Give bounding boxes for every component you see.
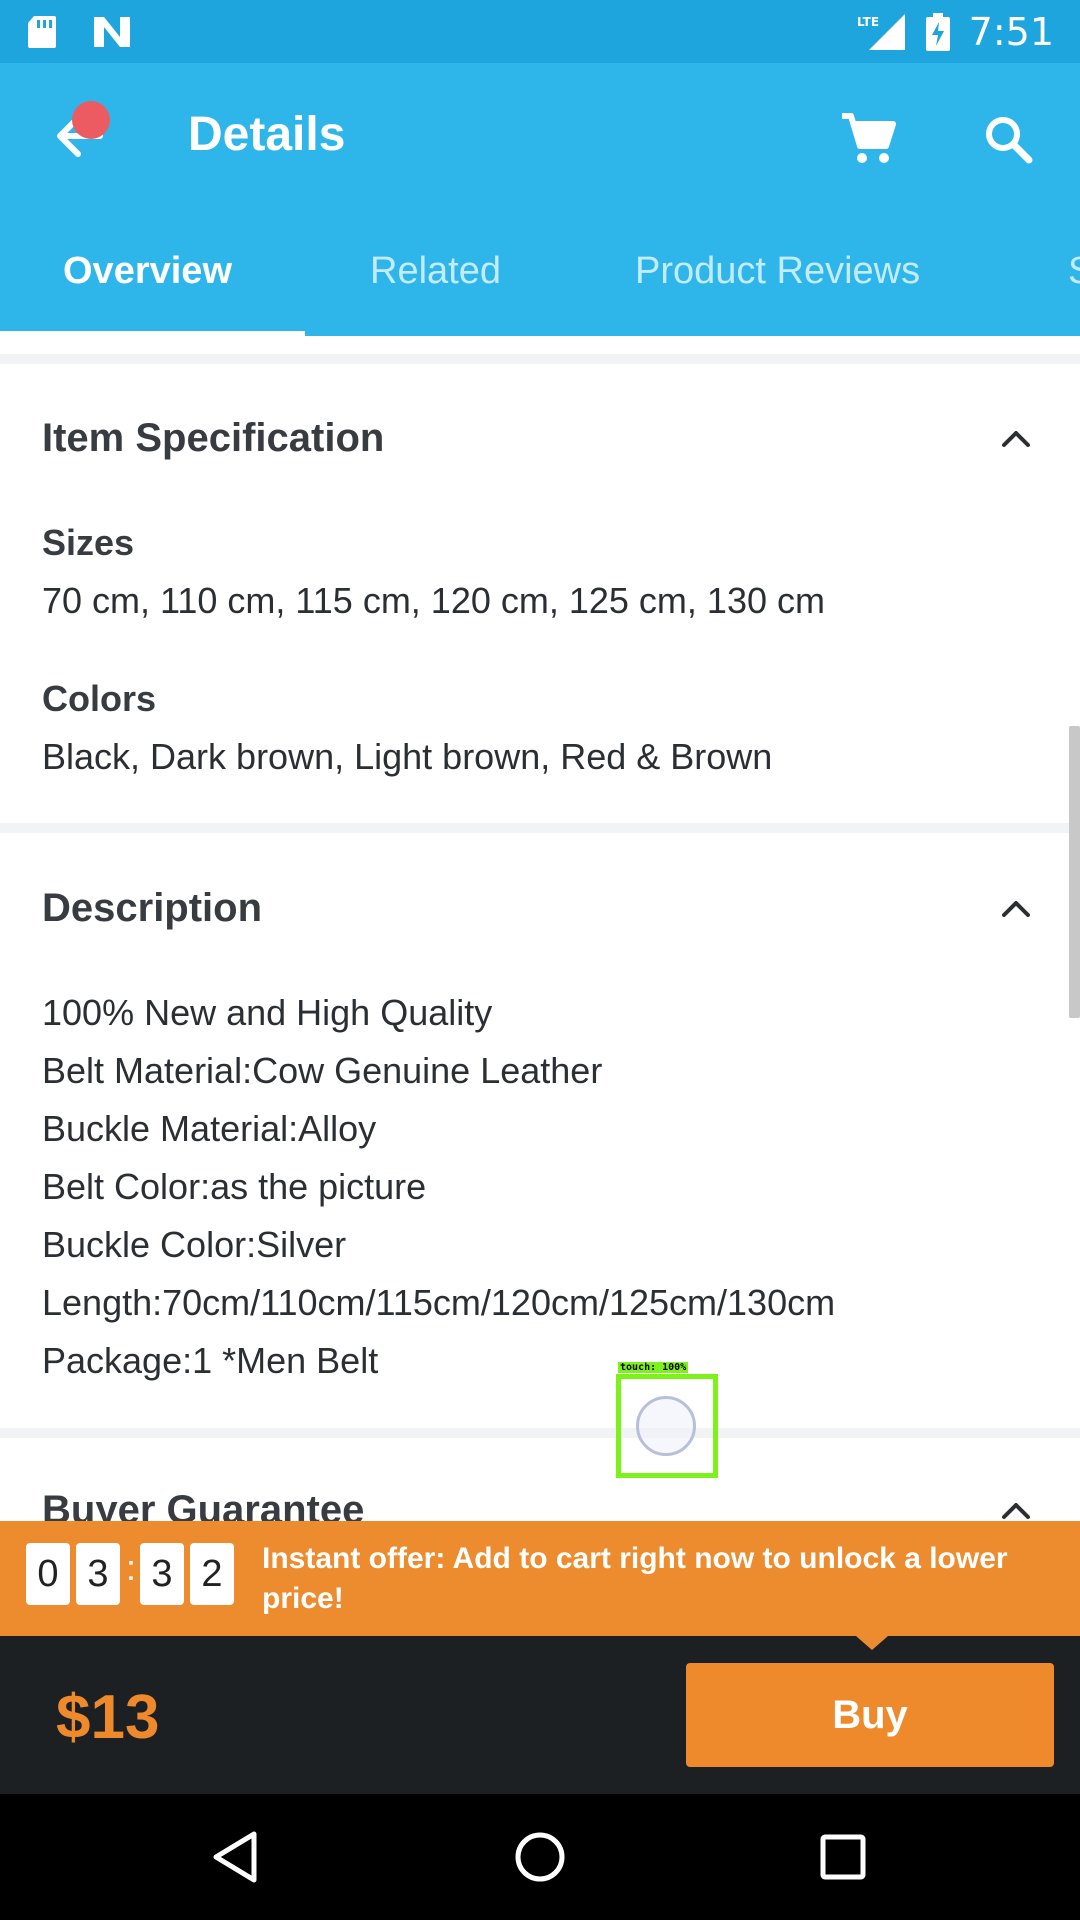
sd-card-icon [28,15,56,48]
description-line: 100% New and High Quality [42,992,493,1033]
n-notification-icon [94,16,130,47]
lte-signal-icon: LTE [857,13,905,50]
colors-label: Colors [42,678,157,719]
divider [0,354,1080,364]
description-line: Buckle Color:Silver [42,1224,347,1265]
divider [0,1428,1080,1438]
sizes-label: Sizes [42,522,135,563]
touch-label: touch: 100% [618,1362,689,1373]
status-right-icons: LTE 7:51 [855,10,1054,54]
status-time: 7:51 [968,9,1054,54]
countdown-separator: : [126,1547,137,1588]
countdown-digit: 3 [76,1543,120,1605]
purchase-bar: $13 Buy [0,1636,1080,1794]
offer-pointer [856,1636,888,1650]
scrollbar[interactable] [1069,726,1080,1018]
tab-product-reviews[interactable]: Product Reviews [635,250,920,293]
chevron-up-icon [1002,901,1030,917]
nav-back-button[interactable] [202,1824,268,1890]
collapse-item-specification-button[interactable] [996,418,1036,458]
collapse-description-button[interactable] [996,888,1036,928]
tab-bar: Overview Related Product Reviews S [0,210,1080,336]
instant-offer-banner[interactable]: 0 3 : 3 2 Instant offer: Add to cart rig… [0,1521,1080,1636]
sizes-value: 70 cm, 110 cm, 115 cm, 120 cm, 125 cm, 1… [42,580,825,621]
item-specification-title: Item Specification [42,416,385,460]
nav-home-icon [515,1832,565,1882]
notification-dot [72,101,110,139]
chevron-up-icon [1002,1503,1030,1519]
status-left-icons [26,14,132,50]
chevron-up-icon [1002,431,1030,447]
description-line: Length:70cm/110cm/115cm/120cm/125cm/130c… [42,1282,836,1323]
tab-partial[interactable]: S [1068,250,1080,293]
navigation-bar [0,1794,1080,1920]
countdown-digit: 3 [140,1543,184,1605]
colors-value: Black, Dark brown, Light brown, Red & Br… [42,736,773,777]
tab-related[interactable]: Related [370,250,501,293]
search-button[interactable] [972,103,1044,175]
tab-indicator [0,331,305,336]
nav-back-icon [213,1831,257,1883]
divider [0,823,1080,833]
touch-highlight-box [616,1374,718,1478]
countdown-digit: 0 [26,1543,70,1605]
battery-charging-icon [925,12,950,51]
status-bar: LTE 7:51 [0,0,1080,63]
description-title: Description [42,886,263,930]
nav-recents-button[interactable] [810,1824,876,1890]
search-icon [986,117,1033,164]
description-line: Belt Color:as the picture [42,1166,427,1207]
cart-button[interactable] [832,103,904,175]
description-line: Package:1 *Men Belt [42,1340,379,1381]
tab-overview[interactable]: Overview [63,250,232,293]
buy-button[interactable]: Buy [686,1663,1054,1767]
svg-text:LTE: LTE [857,15,879,29]
countdown-digit: 2 [190,1543,234,1605]
nav-home-button[interactable] [507,1824,573,1890]
cart-icon [842,113,896,163]
price: $13 [56,1683,160,1752]
app-bar: Details [0,63,1080,210]
offer-text: Instant offer: Add to cart right now to … [262,1542,1008,1615]
description-line: Buckle Material:Alloy [42,1108,377,1149]
nav-recents-icon [820,1834,866,1880]
description-line: Belt Material:Cow Genuine Leather [42,1050,603,1091]
page-title: Details [188,108,346,161]
